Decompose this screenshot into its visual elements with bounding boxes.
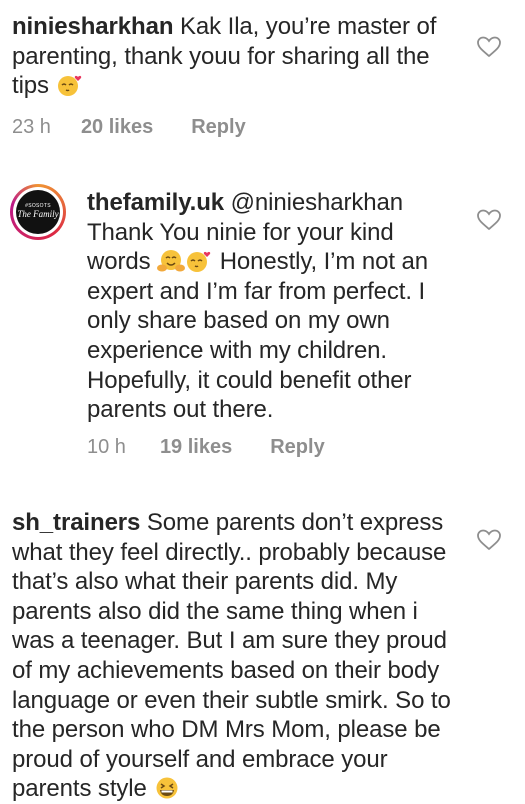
comment-sh-trainers: sh_trainers Some parents don’t express w… [12, 508, 462, 804]
comment-text: thefamily.uk @niniesharkhan Thank You ni… [87, 188, 457, 425]
heart-outline-icon[interactable] [476, 208, 502, 232]
comment-thefamily: thefamily.uk @niniesharkhan Thank You ni… [87, 188, 457, 425]
comment-meta: 10 h 19 likes Reply [87, 436, 325, 459]
comment-likes[interactable]: 19 likes [160, 436, 232, 459]
avatar-ring-gap: #SOSOTS The Family [13, 187, 63, 237]
comment-text: niniesharkhan Kak Ila, you’re master of … [12, 12, 467, 101]
comment-username[interactable]: sh_trainers [12, 509, 140, 536]
comment-time: 10 h [87, 436, 126, 458]
heart-outline-icon[interactable] [476, 35, 502, 59]
comment-mention[interactable]: @niniesharkhan [231, 189, 404, 216]
heart-outline-icon[interactable] [476, 528, 502, 552]
avatar-image: #SOSOTS The Family [16, 190, 60, 234]
avatar[interactable]: #SOSOTS The Family [10, 184, 66, 240]
comment-username[interactable]: niniesharkhan [12, 13, 174, 40]
comment-body: Some parents don’t express what they fee… [12, 509, 451, 803]
smiling-face-blowing-kiss-emoji [187, 252, 211, 273]
hugging-face-emoji [157, 250, 186, 272]
grinning-squinting-face-emoji [156, 777, 178, 799]
reply-button[interactable]: Reply [270, 436, 324, 459]
avatar-name: The Family [17, 209, 59, 219]
comment-username[interactable]: thefamily.uk [87, 189, 224, 216]
comment-text: sh_trainers Some parents don’t express w… [12, 508, 462, 804]
reply-button[interactable]: Reply [191, 116, 245, 139]
comment-likes[interactable]: 20 likes [81, 116, 153, 139]
smiling-face-blowing-kiss-emoji [57, 76, 81, 97]
comment-niniesharkhan: niniesharkhan Kak Ila, you’re master of … [12, 12, 467, 101]
comment-meta: 23 h 20 likes Reply [12, 116, 246, 139]
comment-time: 23 h [12, 116, 51, 138]
